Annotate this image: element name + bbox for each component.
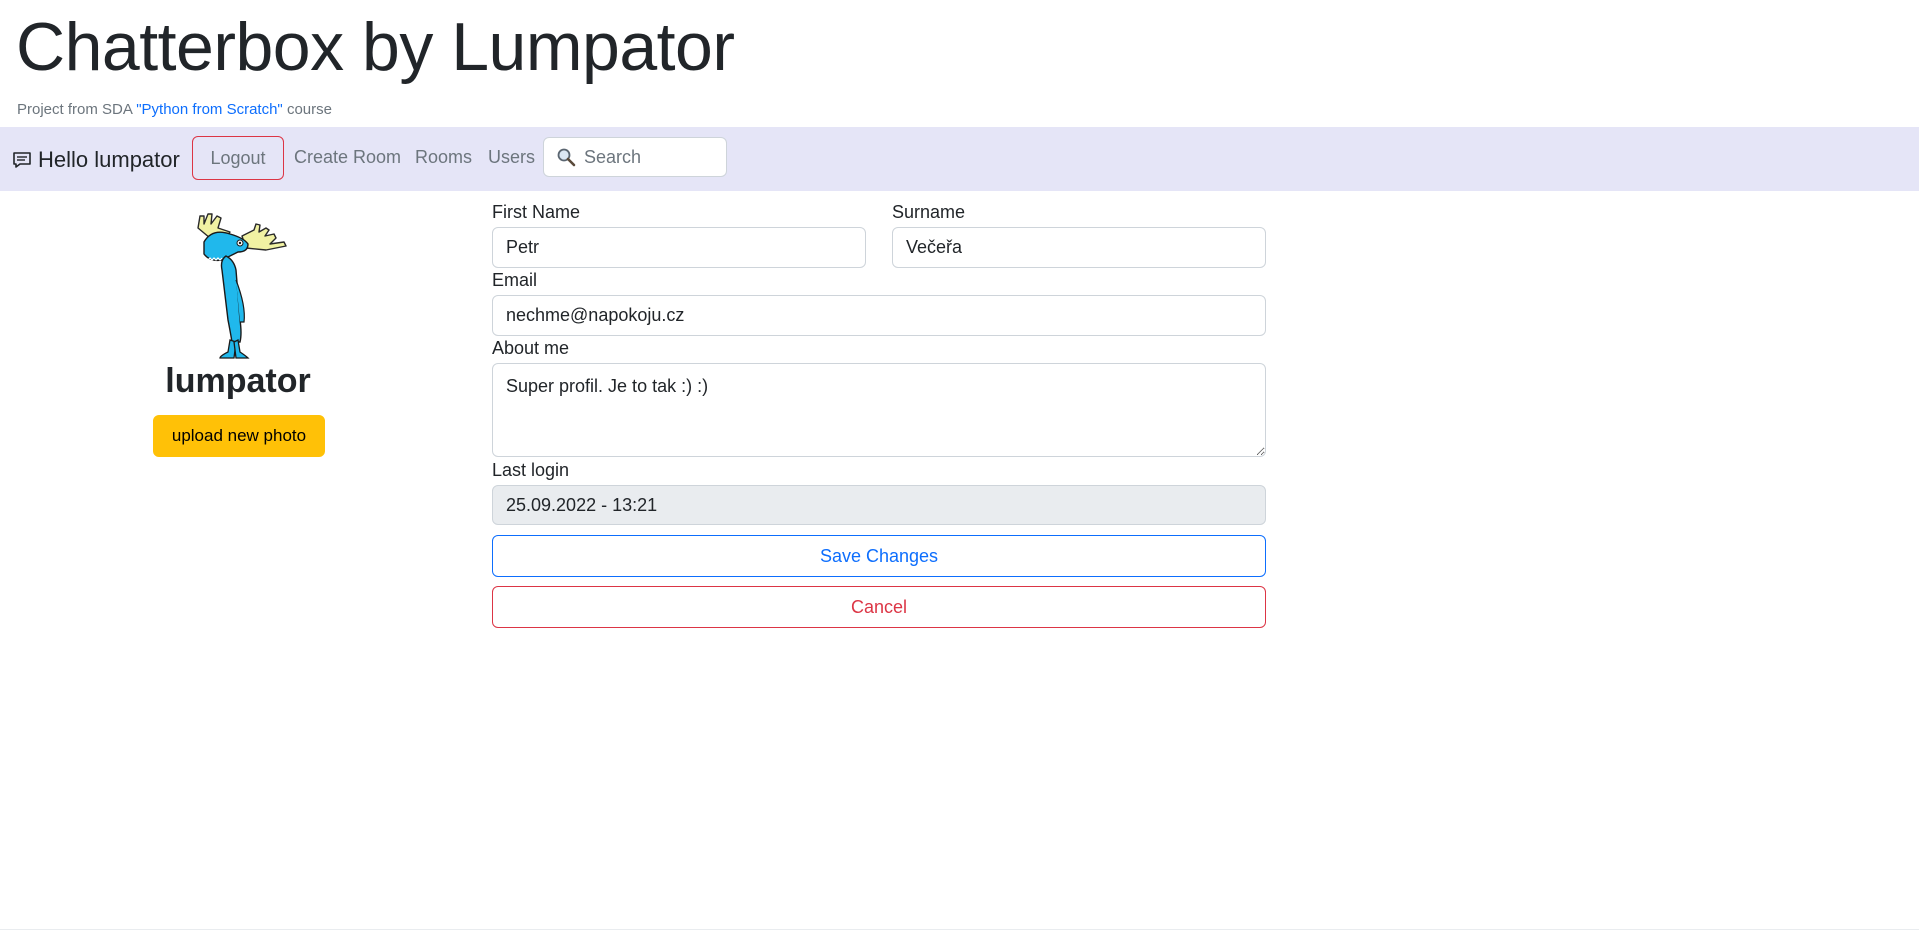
subtitle-suffix: course bbox=[286, 101, 332, 118]
email-field[interactable] bbox=[492, 295, 1266, 336]
navbar-brand[interactable]: Hello lumpator bbox=[12, 147, 180, 173]
navbar: Hello lumpator Logout Create Room Rooms … bbox=[0, 127, 1919, 191]
search-input[interactable] bbox=[582, 145, 716, 169]
moose-avatar bbox=[190, 210, 296, 360]
magnifier-icon bbox=[556, 147, 576, 167]
about-textarea[interactable]: Super profil. Je to tak :) :) bbox=[492, 363, 1266, 457]
last-login-field bbox=[492, 485, 1266, 525]
greeting-text: Hello lumpator bbox=[38, 147, 180, 172]
last-login-label: Last login bbox=[492, 460, 570, 480]
surname-field[interactable] bbox=[892, 227, 1266, 268]
subtitle-prefix: Project from SDA bbox=[17, 101, 133, 118]
footer-divider bbox=[0, 929, 1919, 930]
course-link[interactable]: "Python from Scratch" bbox=[136, 101, 283, 118]
search-box[interactable] bbox=[543, 137, 727, 177]
email-label: Email bbox=[492, 270, 538, 290]
page-title: Chatterbox by Lumpator bbox=[16, 9, 735, 85]
upload-photo-button[interactable]: upload new photo bbox=[153, 415, 325, 457]
save-changes-button[interactable]: Save Changes bbox=[492, 535, 1266, 577]
chat-icon bbox=[12, 150, 32, 170]
cancel-button[interactable]: Cancel bbox=[492, 586, 1266, 628]
nav-link-rooms[interactable]: Rooms bbox=[415, 147, 472, 168]
logout-button[interactable]: Logout bbox=[192, 136, 284, 180]
profile-username: lumpator bbox=[165, 362, 311, 400]
first-name-field[interactable] bbox=[492, 227, 866, 268]
surname-label: Surname bbox=[892, 202, 966, 222]
first-name-label: First Name bbox=[492, 202, 581, 222]
nav-link-users[interactable]: Users bbox=[488, 147, 535, 168]
nav-link-create-room[interactable]: Create Room bbox=[294, 147, 401, 168]
page-subtitle: Project from SDA "Python from Scratch" c… bbox=[17, 101, 332, 118]
about-label: About me bbox=[492, 338, 570, 358]
